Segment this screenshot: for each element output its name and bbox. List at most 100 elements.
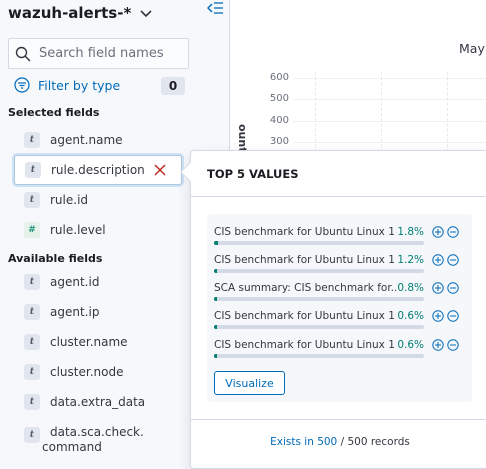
string-type-icon: t: [24, 274, 40, 290]
top-values-panel: CIS benchmark for Ubuntu Linux 1... 1.8%…: [207, 214, 472, 402]
value-progress-bar: [214, 269, 424, 273]
y-tick-label: 400: [269, 115, 289, 126]
remove-field-icon[interactable]: [153, 163, 167, 177]
field-name: cluster.node: [50, 365, 124, 379]
filter-by-type-label: Filter by type: [38, 77, 121, 93]
records-count-text: / 500 records: [337, 436, 410, 448]
top-value-label: CIS benchmark for Ubuntu Linux 1...: [214, 226, 396, 238]
field-name: data.sca.check. command: [42, 425, 144, 454]
grid-line: [447, 72, 448, 152]
top-value-label: CIS benchmark for Ubuntu Linux 1...: [214, 254, 396, 266]
top-value-percent: 0.6%: [397, 310, 424, 322]
field-item-data-sca-check-command[interactable]: t data.sca.check. command: [14, 423, 182, 459]
field-name: agent.name: [50, 133, 123, 147]
field-item-cluster-name[interactable]: t cluster.name: [14, 328, 182, 356]
field-name: agent.id: [50, 275, 100, 289]
available-fields-title: Available fields: [8, 252, 103, 265]
field-name: rule.id: [50, 193, 89, 207]
top-value-percent: 0.8%: [397, 282, 424, 294]
filter-for-value-icon[interactable]: [432, 339, 444, 351]
string-type-icon: t: [24, 427, 40, 443]
grid-line: [381, 72, 382, 152]
string-type-icon: t: [24, 364, 40, 380]
filter-icon: [14, 77, 30, 93]
top-value-row: SCA summary: CIS benchmark for... 0.8%: [214, 282, 466, 306]
filter-out-value-icon[interactable]: [447, 339, 459, 351]
chart-month-label: May: [459, 41, 485, 56]
field-item-rule-description[interactable]: t rule.description: [14, 155, 182, 185]
top-value-label: SCA summary: CIS benchmark for...: [214, 282, 396, 294]
value-progress-bar: [214, 354, 424, 358]
filter-out-value-icon[interactable]: [447, 226, 459, 238]
collapse-sidebar-icon[interactable]: [206, 0, 224, 16]
divider: [191, 419, 486, 420]
top-value-row: CIS benchmark for Ubuntu Linux 1... 1.2%: [214, 254, 466, 278]
top-value-row: CIS benchmark for Ubuntu Linux 1... 1.8%: [214, 226, 466, 250]
field-search-box: [8, 38, 189, 69]
filter-count-badge: 0: [161, 77, 185, 95]
index-pattern-title: wazuh-alerts-*: [8, 4, 132, 22]
popover-title: TOP 5 VALUES: [207, 167, 299, 181]
search-icon: [15, 46, 31, 62]
field-item-data-extra-data[interactable]: t data.extra_data: [14, 388, 182, 416]
y-tick-label: 500: [269, 93, 289, 104]
progress-fill: [214, 354, 218, 358]
field-name: rule.level: [50, 223, 106, 237]
string-type-icon: t: [24, 192, 40, 208]
progress-fill: [214, 297, 218, 301]
progress-fill: [214, 269, 218, 273]
field-details-popover: TOP 5 VALUES CIS benchmark for Ubuntu Li…: [180, 150, 486, 469]
progress-fill: [214, 325, 218, 329]
string-type-icon: t: [24, 304, 40, 320]
number-type-icon: #: [24, 222, 40, 238]
string-type-icon: t: [24, 334, 40, 350]
filter-out-value-icon[interactable]: [447, 254, 459, 266]
selected-fields-title: Selected fields: [8, 106, 100, 119]
filter-out-value-icon[interactable]: [447, 282, 459, 294]
top-value-row: CIS benchmark for Ubuntu Linux 1... 0.6%: [214, 310, 466, 334]
index-pattern-selector[interactable]: wazuh-alerts-*: [8, 4, 153, 22]
field-search-input[interactable]: [39, 46, 184, 61]
filter-for-value-icon[interactable]: [432, 282, 444, 294]
top-value-percent: 0.6%: [397, 339, 424, 351]
grid-line: [293, 99, 486, 100]
field-item-rule-level[interactable]: # rule.level: [14, 216, 182, 244]
filter-for-value-icon[interactable]: [432, 310, 444, 322]
string-type-icon: t: [25, 162, 41, 178]
y-tick-label: 300: [269, 136, 289, 147]
field-name: cluster.name: [50, 335, 128, 349]
field-item-agent-ip[interactable]: t agent.ip: [14, 298, 182, 326]
field-item-agent-id[interactable]: t agent.id: [14, 268, 182, 296]
top-value-label: CIS benchmark for Ubuntu Linux 1...: [214, 339, 396, 351]
field-name: rule.description: [51, 163, 145, 177]
value-progress-bar: [214, 325, 424, 329]
top-value-percent: 1.8%: [397, 226, 424, 238]
filter-out-value-icon[interactable]: [447, 310, 459, 322]
progress-fill: [214, 241, 218, 245]
value-progress-bar: [214, 297, 424, 301]
exists-in-link[interactable]: Exists in 500: [270, 436, 337, 448]
y-axis-label: ount: [236, 124, 249, 153]
filter-by-type-button[interactable]: Filter by type: [14, 77, 120, 93]
grid-line: [293, 121, 486, 122]
string-type-icon: t: [24, 394, 40, 410]
divider: [191, 196, 486, 197]
visualize-button[interactable]: Visualize: [214, 371, 285, 395]
field-name: agent.ip: [50, 305, 100, 319]
top-value-row: CIS benchmark for Ubuntu Linux 1... 0.6%: [214, 339, 466, 363]
field-item-agent-name[interactable]: t agent.name: [14, 126, 182, 154]
y-tick-label: 600: [269, 72, 289, 83]
grid-line: [293, 78, 486, 79]
value-progress-bar: [214, 241, 424, 245]
filter-for-value-icon[interactable]: [432, 254, 444, 266]
string-type-icon: t: [24, 132, 40, 148]
field-item-cluster-node[interactable]: t cluster.node: [14, 358, 182, 386]
records-summary: Exists in 500 / 500 records: [191, 436, 486, 448]
filter-for-value-icon[interactable]: [432, 226, 444, 238]
chevron-down-icon: [140, 10, 152, 18]
field-item-rule-id[interactable]: t rule.id: [14, 186, 182, 214]
top-value-label: CIS benchmark for Ubuntu Linux 1...: [214, 310, 396, 322]
top-value-percent: 1.2%: [397, 254, 424, 266]
field-name: data.extra_data: [50, 395, 146, 409]
grid-line: [315, 72, 316, 152]
